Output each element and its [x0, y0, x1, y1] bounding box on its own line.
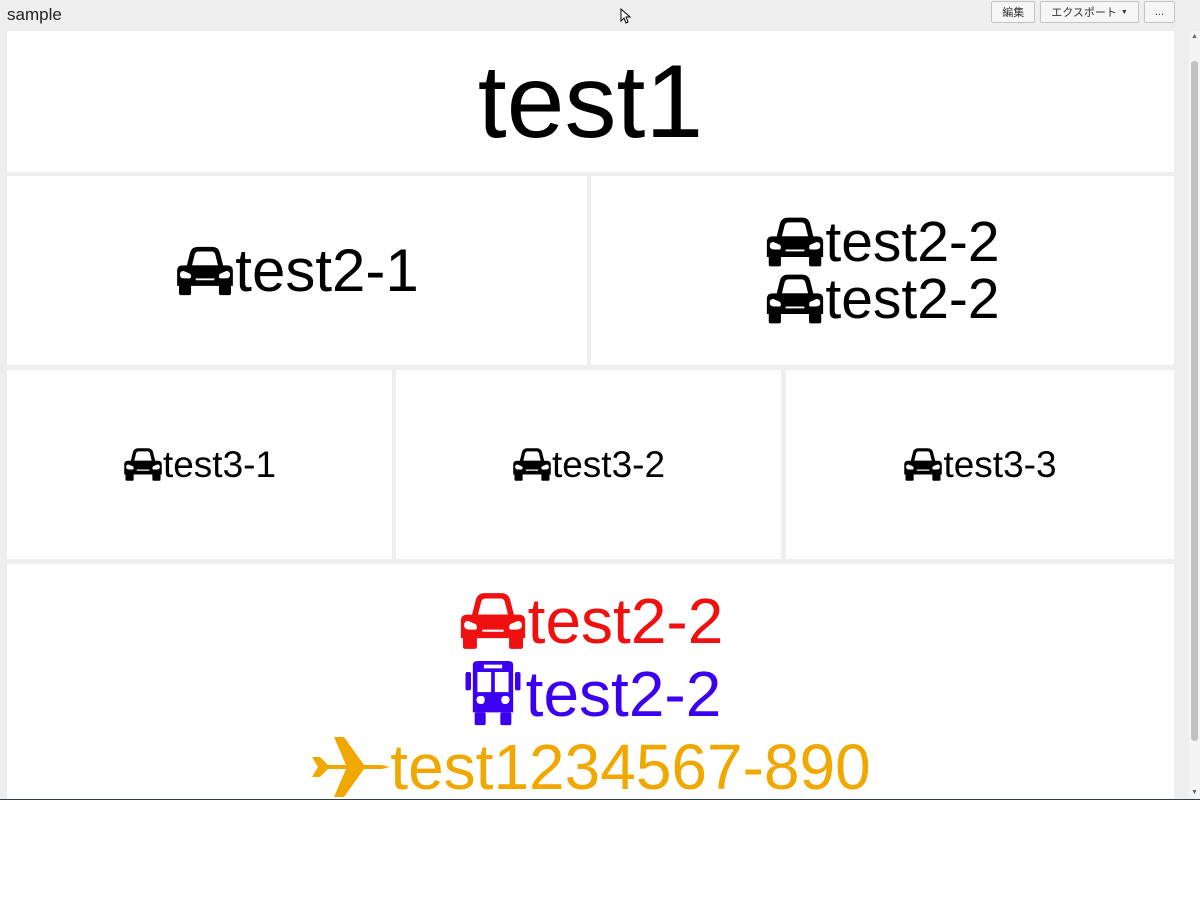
single-value: test3-1 — [123, 446, 276, 483]
single-value-text: test1 — [477, 43, 704, 160]
single-value: test2-2 — [765, 266, 1000, 331]
single-value: test1234567-890 — [310, 731, 871, 799]
panel-multi-value: test2-2 test2-2 test1234567-890 — [7, 564, 1174, 799]
airplane-icon — [310, 735, 390, 799]
edit-button[interactable]: 編集 — [991, 1, 1036, 23]
scroll-down-icon[interactable]: ▼ — [1189, 787, 1200, 799]
panel-test2-1: test2-1 — [7, 176, 587, 365]
single-value-text: test2-2 — [825, 266, 1000, 331]
car-icon — [458, 591, 528, 651]
single-value-text: test2-1 — [235, 236, 419, 304]
export-button-label: エクスポート — [1051, 7, 1117, 19]
single-value-text: test3-3 — [943, 444, 1057, 485]
panel-test3-3: test3-3 — [786, 370, 1174, 559]
vertical-scrollbar[interactable]: ▲ ▼ — [1189, 31, 1200, 799]
single-value: test3-2 — [512, 446, 665, 483]
single-value-text: test3-2 — [551, 444, 666, 485]
panel-test1: test1 — [7, 31, 1174, 172]
dashboard-header: sample 編集 エクスポート ▼ ... — [0, 0, 1200, 31]
single-value: test3-3 — [903, 444, 1057, 485]
single-value-text: test2-2 — [825, 209, 1000, 274]
mouse-cursor-icon — [620, 8, 632, 24]
single-value-text: test2-2 — [527, 585, 724, 657]
single-value: test2-1 — [175, 236, 419, 304]
dashboard-toolbar: 編集 エクスポート ▼ ... — [991, 1, 1175, 23]
car-icon — [512, 447, 552, 482]
single-value-text: test1234567-890 — [390, 731, 871, 799]
single-value-text: test3-1 — [162, 444, 277, 485]
bus-icon — [460, 661, 526, 727]
edit-button-label: 編集 — [1002, 7, 1025, 19]
panel-test2-2: test2-2 test2-2 — [591, 176, 1174, 365]
single-value: test2-2 — [460, 658, 722, 730]
caret-down-icon: ▼ — [1120, 8, 1128, 16]
car-icon — [175, 245, 235, 297]
export-button[interactable]: エクスポート ▼ — [1040, 1, 1139, 23]
single-value-text: test2-2 — [525, 658, 722, 730]
single-value: test1 — [478, 50, 703, 154]
more-actions-label: ... — [1154, 6, 1164, 18]
single-value: test2-2 — [458, 585, 724, 657]
panel-test3-1: test3-1 — [7, 370, 392, 559]
car-icon — [765, 272, 825, 326]
single-value: test2-2 — [765, 209, 1000, 274]
dashboard-canvas: test1 test2-1 test2-2 test2-2 test3-1 te… — [0, 31, 1189, 799]
scroll-up-icon[interactable]: ▲ — [1189, 31, 1200, 43]
more-actions-button[interactable]: ... — [1143, 1, 1175, 23]
blank-area — [0, 800, 1200, 900]
car-icon — [903, 447, 943, 482]
dashboard-title: sample — [7, 5, 62, 24]
car-icon — [123, 447, 163, 482]
car-icon — [765, 215, 825, 269]
scrollbar-thumb[interactable] — [1191, 61, 1198, 741]
panel-test3-2: test3-2 — [396, 370, 781, 559]
